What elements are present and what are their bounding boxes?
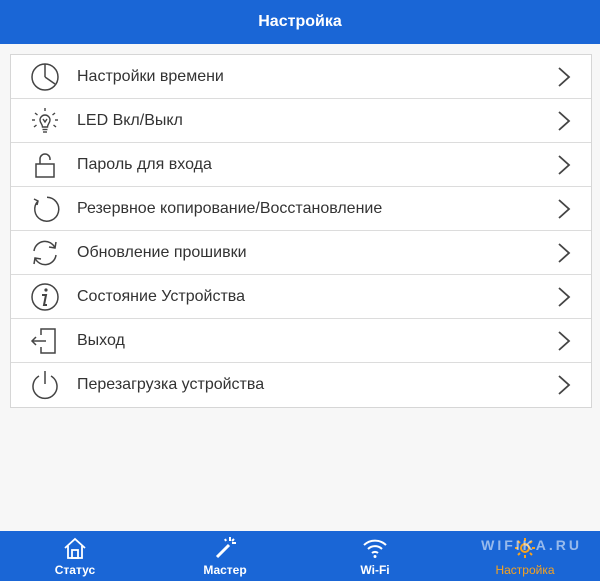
chevron-right-icon (558, 110, 571, 131)
menu-item-device-status[interactable]: Состояние Устройства (11, 275, 591, 319)
menu-item-label: Резервное копирование/Восстановление (77, 199, 383, 217)
tab-label: Настройка (495, 563, 555, 577)
tab-label: Статус (54, 563, 96, 577)
watermark-text: WIFIKA.RU (481, 537, 582, 553)
wifi-icon (363, 539, 387, 558)
tab-status[interactable]: Статус (0, 531, 150, 581)
refresh-icon (27, 235, 63, 271)
page-title: Настройка (258, 13, 342, 30)
home-icon (64, 537, 86, 559)
backup-restore-icon (27, 191, 63, 227)
tab-wifi[interactable]: Wi-Fi (300, 531, 450, 581)
menu-item-label: LED Вкл/Выкл (77, 111, 183, 129)
chevron-right-icon (558, 154, 571, 175)
menu-item-logout[interactable]: Выход (11, 319, 591, 363)
clock-icon (27, 59, 63, 95)
menu-item-backup-restore[interactable]: Резервное копирование/Восстановление (11, 187, 591, 231)
menu-item-label: Обновление прошивки (77, 243, 247, 261)
menu-item-label: Пароль для входа (77, 155, 212, 173)
info-icon (27, 279, 63, 315)
menu-item-time-settings[interactable]: Настройки времени (11, 55, 591, 99)
chevron-right-icon (558, 375, 571, 395)
chevron-right-icon (558, 198, 571, 219)
logout-icon (27, 323, 63, 359)
menu-item-reboot-device[interactable]: Перезагрузка устройства (11, 363, 591, 407)
page-header: Настройка (0, 0, 600, 44)
menu-item-label: Выход (77, 331, 125, 349)
chevron-right-icon (558, 66, 571, 87)
menu-item-login-password[interactable]: Пароль для входа (11, 143, 591, 187)
chevron-right-icon (558, 286, 571, 307)
chevron-right-icon (558, 242, 571, 263)
menu-item-label: Состояние Устройства (77, 287, 245, 305)
tab-label: Wi-Fi (360, 563, 390, 577)
settings-menu: Настройки времени LED Вкл/Выкл Пароль дл… (10, 54, 592, 408)
tab-wizard[interactable]: Мастер (150, 531, 300, 581)
lightbulb-icon (27, 103, 63, 139)
bottom-tab-bar: Статус Мастер Wi-Fi Настройка WIFIKA.RU (0, 531, 600, 581)
menu-item-label: Перезагрузка устройства (77, 376, 265, 393)
menu-item-firmware-update[interactable]: Обновление прошивки (11, 231, 591, 275)
chevron-right-icon (558, 330, 571, 351)
menu-item-label: Настройки времени (77, 67, 224, 85)
magic-wand-icon (215, 537, 236, 559)
power-icon (27, 367, 63, 403)
padlock-icon (27, 147, 63, 183)
menu-item-led-toggle[interactable]: LED Вкл/Выкл (11, 99, 591, 143)
tab-label: Мастер (203, 563, 247, 577)
